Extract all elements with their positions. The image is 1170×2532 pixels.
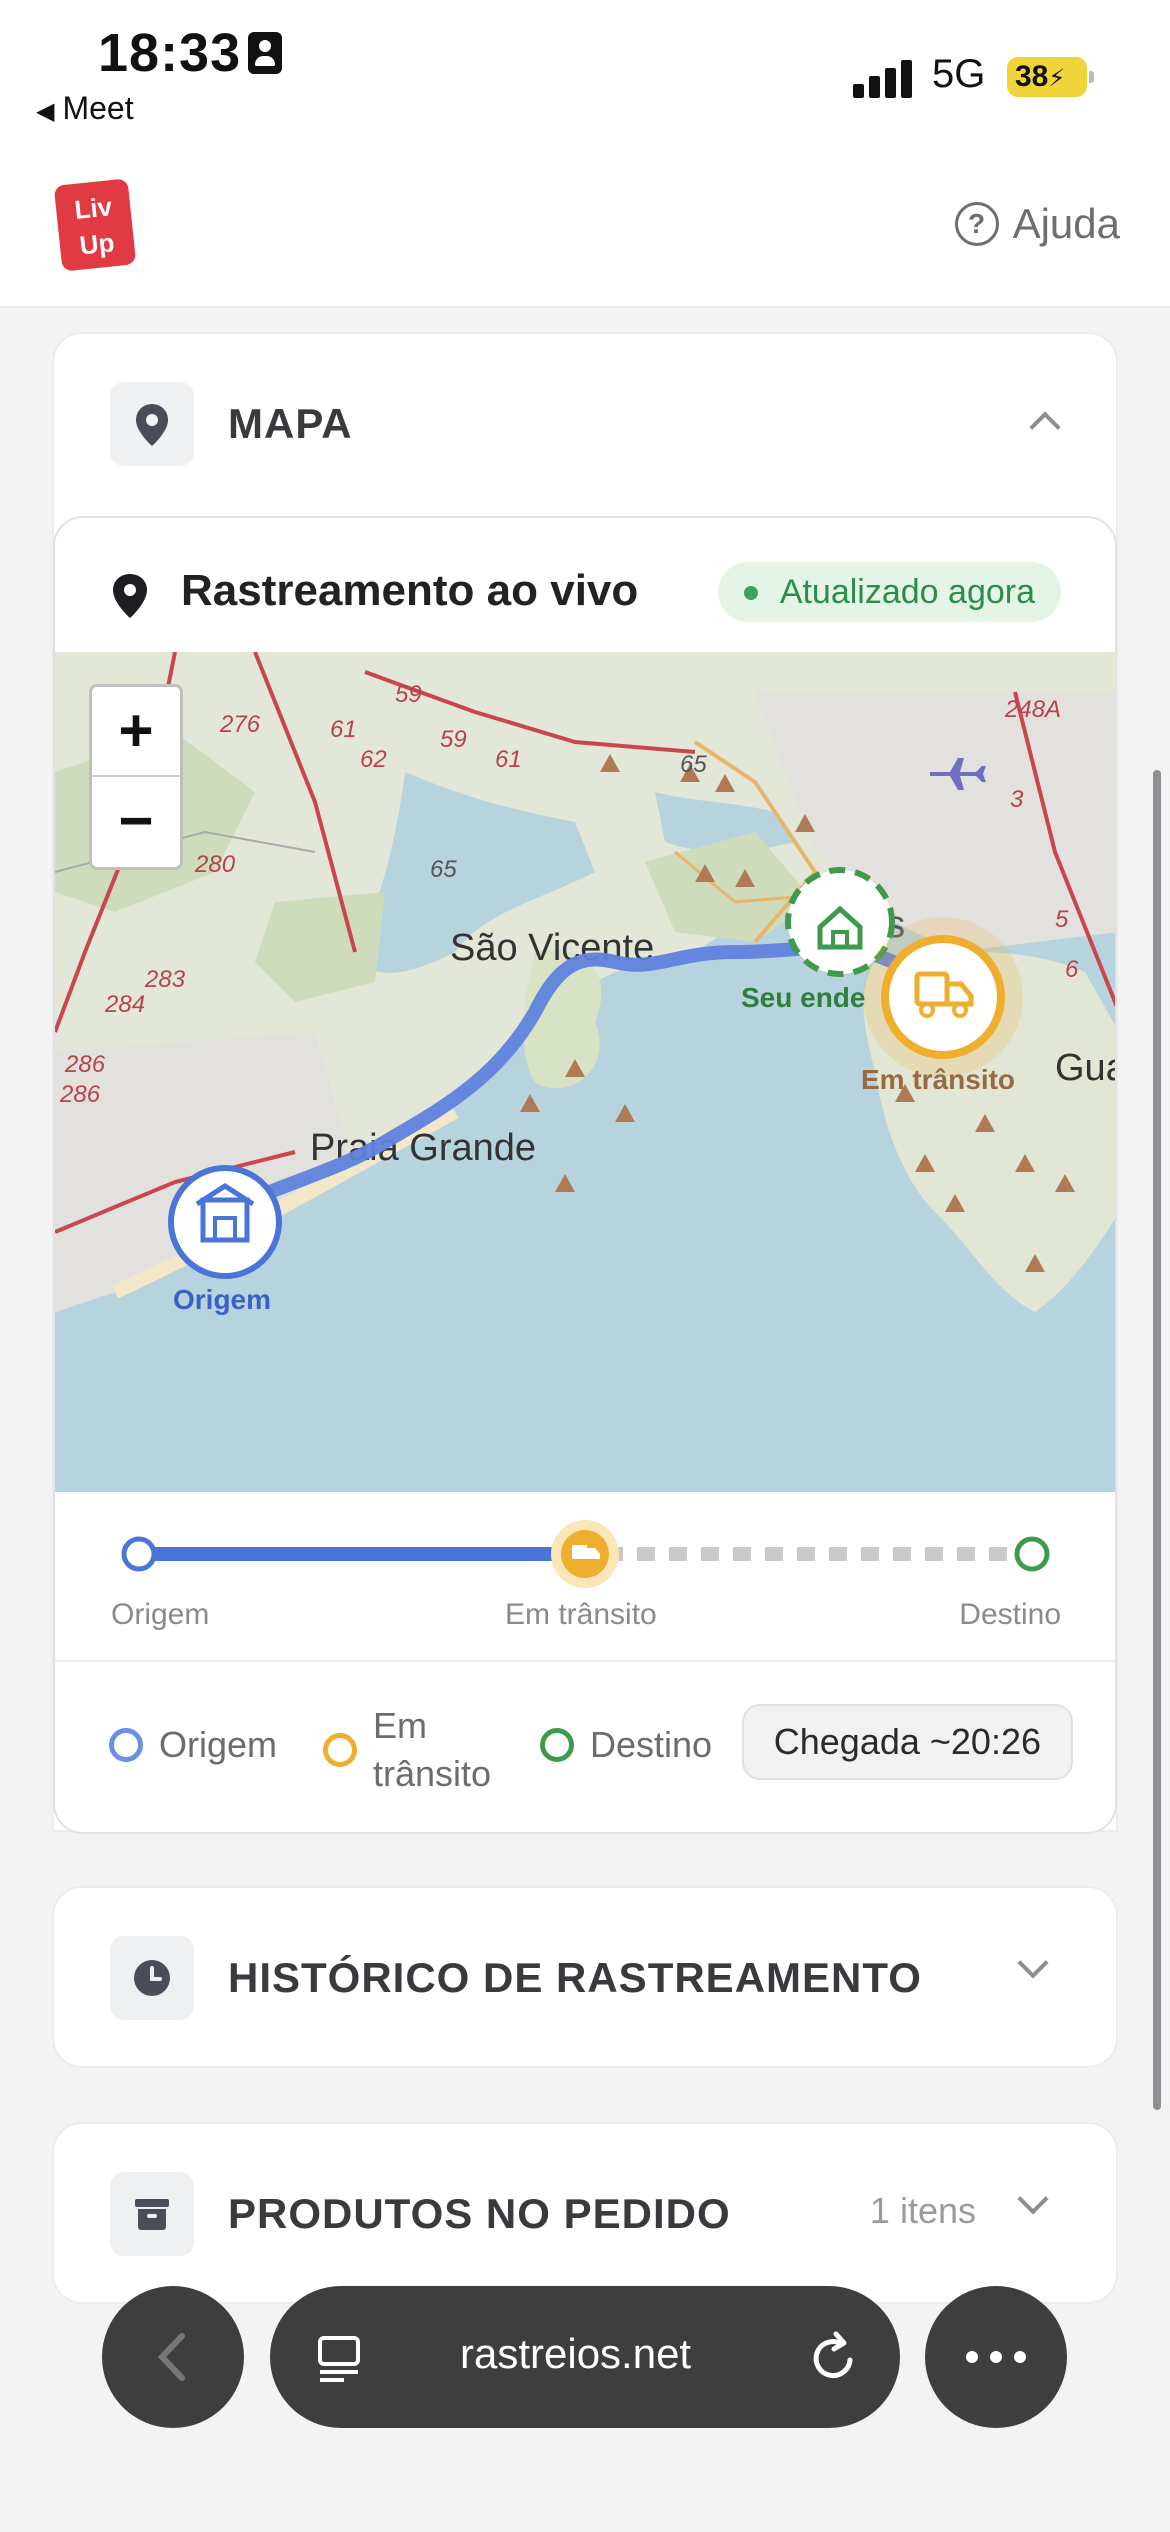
live-tracking-panel: Rastreamento ao vivo Atualizado agora 27… (53, 516, 1117, 1834)
network-type: 5G (932, 52, 986, 96)
svg-text:59: 59 (440, 726, 467, 753)
svg-text:286: 286 (59, 1081, 101, 1108)
svg-text:248A: 248A (1004, 696, 1061, 723)
chevron-down-icon[interactable] (1017, 2183, 1049, 2215)
legend-transit-label: Em trânsito (373, 1705, 492, 1794)
delivery-progress: Origem Em trânsito Destino (55, 1492, 1115, 1662)
chevron-up-icon[interactable] (1029, 411, 1061, 443)
brand-logo[interactable]: Liv Up (53, 178, 137, 272)
contact-card-icon (248, 32, 282, 74)
page-scrollbar[interactable] (1153, 770, 1161, 2110)
zoom-controls: + − (89, 684, 183, 870)
more-dots-icon (966, 2351, 1026, 2363)
order-products-card[interactable]: PRODUTOS NO PEDIDO 1 itens (52, 2122, 1118, 2304)
cellular-signal-icon (853, 58, 913, 98)
svg-text:Gua: Gua (1055, 1047, 1117, 1089)
svg-text:276: 276 (219, 711, 261, 738)
origin-marker-label: Origem (173, 1284, 272, 1315)
svg-text:65: 65 (680, 751, 707, 778)
zoom-out-button[interactable]: − (92, 777, 180, 867)
updated-status-badge: Atualizado agora (717, 562, 1061, 622)
map-legend: Origem Em trânsito Destino Chegada ~20:26 (55, 1664, 1115, 1832)
legend-destination: Destino (540, 1724, 712, 1766)
legend-origin-label: Origem (159, 1724, 278, 1765)
battery-icon: 38⚡ (1007, 57, 1094, 97)
history-title: HISTÓRICO DE RASTREAMENTO (228, 1954, 922, 2001)
tracking-map[interactable]: 276 61 62 59 59 61 65 248A 3 280 65 283 284 286 28… (55, 652, 1117, 1492)
progress-track (121, 1520, 1050, 1588)
help-icon: ? (954, 202, 999, 246)
svg-text:283: 283 (144, 966, 186, 993)
progress-start-label: Origem (111, 1598, 210, 1631)
svg-text:59: 59 (395, 681, 422, 708)
products-count: 1 itens (869, 2190, 976, 2231)
status-bar: 18:33 ◀ Meet 5G 38⚡ (0, 0, 1170, 150)
svg-text:280: 280 (194, 851, 236, 878)
eta-badge: Chegada ~20:26 (741, 1704, 1073, 1780)
svg-text:65: 65 (430, 856, 457, 883)
legend-origin: Origem (109, 1724, 277, 1766)
tabs-icon (318, 2336, 360, 2382)
origin-marker (168, 1165, 282, 1279)
transit-dot-icon (323, 1733, 357, 1767)
map-pin-icon (111, 574, 149, 623)
back-triangle-icon: ◀ (36, 98, 55, 125)
legend-transit: Em trânsito (323, 1702, 491, 1798)
svg-text:6: 6 (1065, 956, 1079, 983)
origin-dot-icon (109, 1728, 143, 1762)
svg-text:62: 62 (360, 746, 387, 773)
svg-text:61: 61 (330, 716, 357, 743)
clock: 18:33 (98, 23, 242, 83)
chevron-down-icon[interactable] (1017, 1947, 1049, 1979)
destination-marker-label: Seu ende (741, 982, 866, 1013)
map-section-header[interactable]: MAPA (110, 382, 353, 466)
help-label: Ajuda (1012, 200, 1120, 247)
archive-box-icon (110, 2172, 194, 2256)
transit-marker-label: Em trânsito (861, 1064, 1016, 1095)
url-text: rastreios.net (460, 2330, 692, 2377)
history-header[interactable]: HISTÓRICO DE RASTREAMENTO (110, 1936, 922, 2020)
live-tracking-title: Rastreamento ao vivo (181, 566, 639, 615)
reload-icon[interactable] (806, 2330, 862, 2386)
progress-middle-label: Em trânsito (505, 1598, 657, 1631)
svg-text:284: 284 (104, 991, 145, 1018)
chevron-left-icon (157, 2333, 185, 2381)
help-link[interactable]: ? Ajuda (954, 200, 1120, 248)
address-bar[interactable]: rastreios.net (270, 2286, 900, 2428)
browser-back-button[interactable] (102, 2286, 244, 2428)
products-title: PRODUTOS NO PEDIDO (228, 2190, 731, 2237)
zoom-in-button[interactable]: + (92, 687, 180, 777)
clock-icon (110, 1936, 194, 2020)
location-pin-icon (110, 382, 194, 466)
svg-text:5: 5 (1055, 906, 1069, 933)
legend-destination-label: Destino (590, 1724, 713, 1765)
destination-dot-icon (540, 1728, 574, 1762)
browser-more-button[interactable] (925, 2286, 1067, 2428)
back-app-label: Meet (62, 90, 134, 126)
map-section-title: MAPA (228, 400, 353, 447)
svg-text:286: 286 (64, 1051, 106, 1078)
live-tracking-header: Rastreamento ao vivo Atualizado agora (55, 518, 1115, 652)
svg-text:61: 61 (495, 746, 522, 773)
transit-marker (863, 917, 1023, 1077)
back-to-app-link[interactable]: ◀ Meet (36, 90, 134, 127)
site-header: Liv Up ? Ajuda (0, 150, 1170, 308)
battery-level: 38 (1015, 60, 1049, 93)
products-header[interactable]: PRODUTOS NO PEDIDO (110, 2172, 731, 2256)
progress-end-label: Destino (959, 1598, 1061, 1631)
tracking-history-card[interactable]: HISTÓRICO DE RASTREAMENTO (52, 1886, 1118, 2068)
svg-text:3: 3 (1010, 786, 1024, 813)
